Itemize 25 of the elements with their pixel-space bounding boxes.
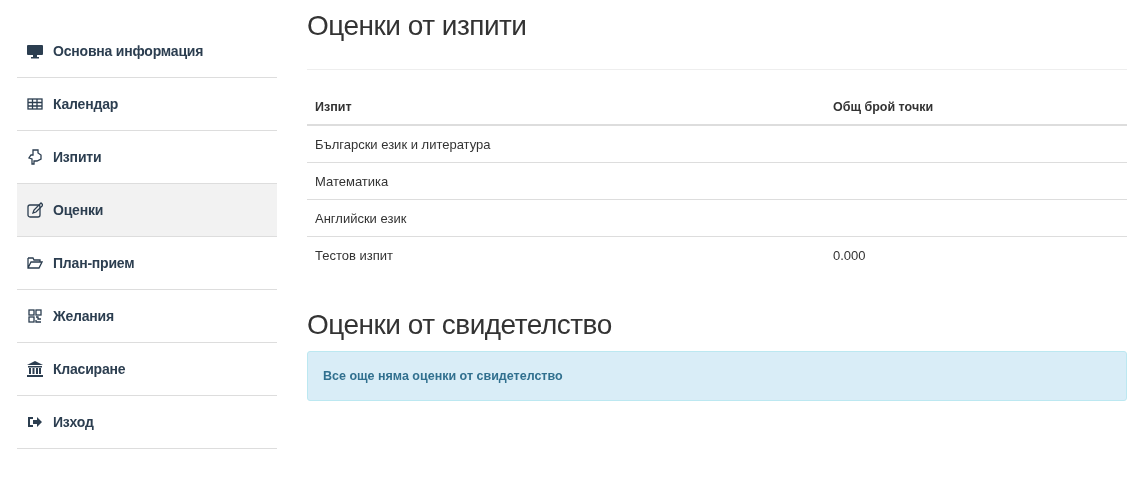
section-title: Оценки от изпити — [307, 10, 527, 42]
sidebar-item[interactable]: Желания — [17, 290, 277, 343]
table-cell: Български език и литература — [307, 125, 825, 163]
table-icon — [27, 96, 43, 112]
table-cell: 0.000 — [833, 247, 866, 263]
hand-icon — [27, 149, 43, 165]
qr-code-icon — [27, 308, 43, 324]
sidebar-item[interactable]: Оценки — [17, 184, 277, 237]
table-cell: Тестов изпит — [307, 236, 825, 273]
sidebar-item[interactable]: План-прием — [17, 237, 277, 290]
table-cell: Английски език — [307, 199, 825, 237]
sign-out-icon — [27, 414, 43, 430]
sidebar-item[interactable]: Изход — [17, 396, 277, 449]
edit-icon — [27, 202, 43, 218]
table-cell: Математика — [307, 162, 825, 200]
monitor-icon — [27, 43, 43, 59]
bank-icon — [27, 361, 43, 377]
folder-icon — [27, 255, 43, 271]
info-alert: Все още няма оценки от свидетелство — [307, 351, 1127, 401]
sidebar-item[interactable]: Основна информация — [17, 25, 277, 78]
sidebar-item[interactable]: Календар — [17, 78, 277, 131]
sidebar-item[interactable]: Класиране — [17, 343, 277, 396]
section-title: Оценки от свидетелство — [307, 309, 613, 341]
column-header: Изпит — [307, 90, 825, 125]
column-header: Общ брой точки — [825, 90, 1127, 125]
